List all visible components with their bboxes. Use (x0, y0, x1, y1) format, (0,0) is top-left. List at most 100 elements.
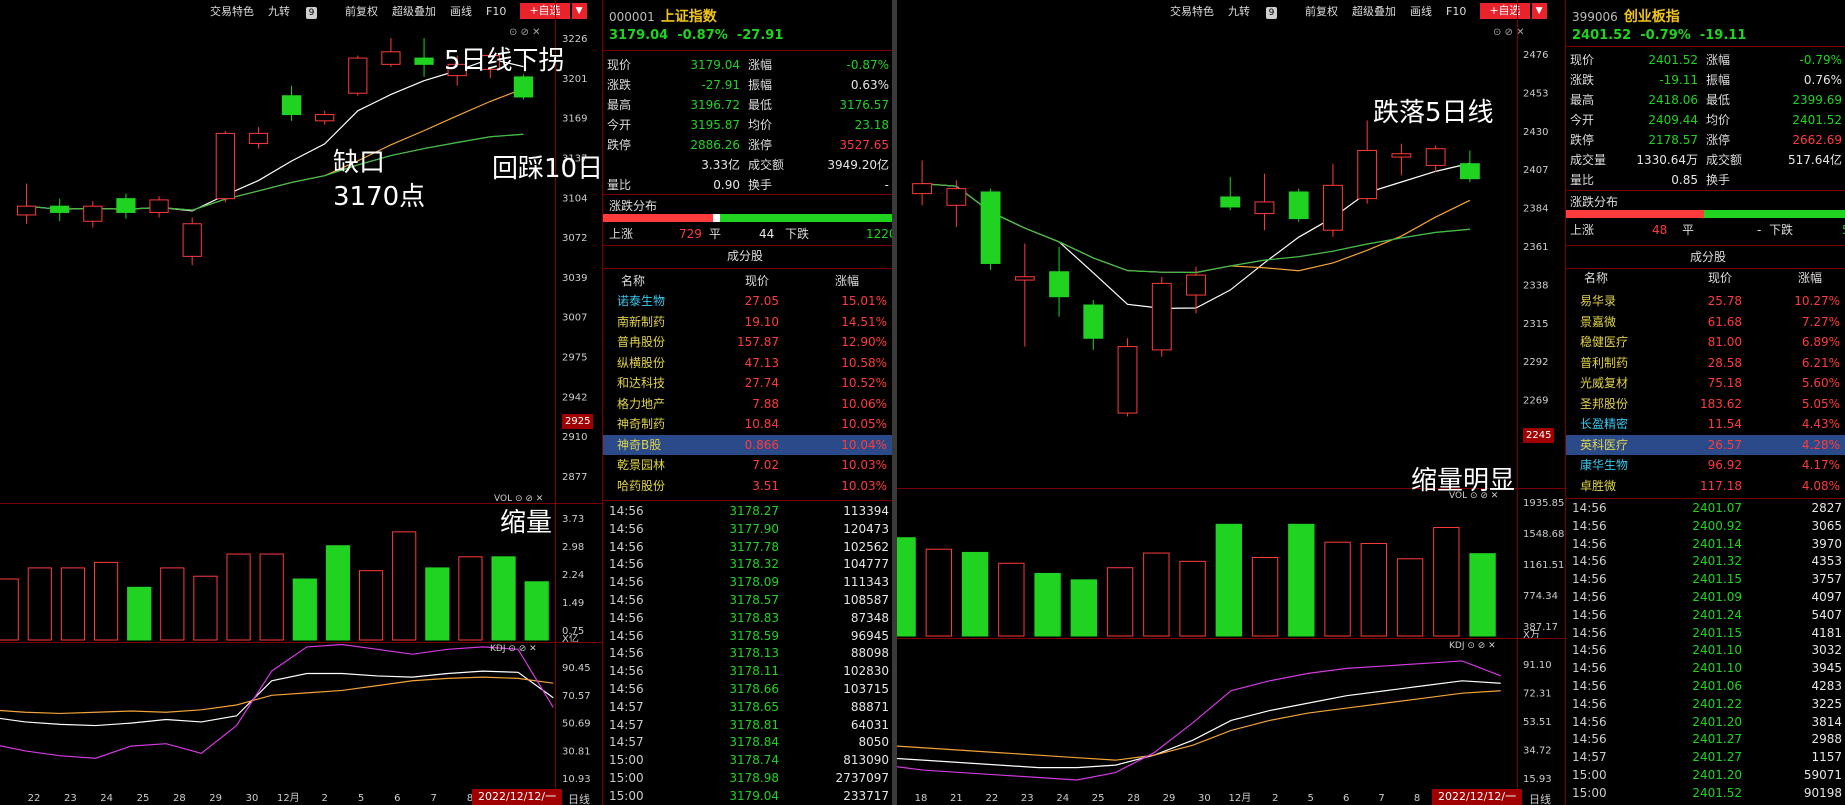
component-price: 10.84 (744, 417, 779, 431)
quote-value: 3179.04 (690, 58, 740, 72)
component-row[interactable]: 易华录 25.78 10.27% (1566, 291, 1845, 311)
candle-body (116, 198, 136, 213)
screen-divider (892, 0, 897, 805)
component-row[interactable]: 纵横股份 47.13 10.58% (603, 353, 893, 373)
component-row[interactable]: 稳健医疗 81.00 6.89% (1566, 332, 1845, 352)
index-code: 000001 (609, 10, 655, 24)
component-pct: 15.01% (841, 294, 887, 308)
component-row[interactable]: 格力地产 7.88 10.06% (603, 394, 893, 414)
component-row[interactable]: 哈药股份 3.51 10.03% (603, 476, 893, 496)
component-row[interactable]: 景嘉微 61.68 7.27% (1566, 312, 1845, 332)
volume-bar (1143, 552, 1170, 637)
component-name[interactable]: 稳健医疗 (1580, 332, 1628, 352)
price-tick-label: 3007 (562, 313, 587, 324)
candle-body (215, 132, 235, 200)
component-name[interactable]: 普冉股份 (617, 332, 665, 352)
moving-average-line (26, 133, 524, 211)
component-row[interactable]: 诺泰生物 27.05 15.01% (603, 291, 893, 311)
tick-time: 14:56 (609, 521, 644, 536)
distribution-bar (603, 214, 893, 222)
quote-row: 跌停 2886.26 涨停 3527.65 (607, 135, 889, 155)
price-tick-label: 2877 (562, 472, 587, 483)
component-pct: 10.05% (841, 417, 887, 431)
tick-price: 2401.22 (1692, 696, 1742, 711)
candle-body (1254, 201, 1275, 215)
price-tick-label: 2292 (1523, 357, 1548, 368)
component-name[interactable]: 长盈精密 (1580, 414, 1628, 434)
component-name[interactable]: 卓胜微 (1580, 476, 1616, 496)
date-box: 2022/12/12/一 (1432, 789, 1523, 805)
tick-volume: 4181 (1811, 625, 1842, 640)
kdj-tick-label: 30.81 (562, 746, 591, 757)
component-name[interactable]: 神奇B股 (617, 435, 661, 455)
component-row[interactable]: 康华生物 96.92 4.17% (1566, 455, 1845, 475)
tick-row: 14:57 3178.81 64031 (603, 716, 893, 735)
component-price: 28.58 (1707, 355, 1742, 370)
component-name[interactable]: 光威复材 (1580, 373, 1628, 393)
component-row[interactable]: 普利制药 28.58 6.21% (1566, 353, 1845, 373)
component-price: 0.866 (744, 437, 779, 452)
tick-time: 14:56 (609, 628, 644, 643)
tick-time: 14:56 (609, 610, 644, 625)
component-name[interactable]: 英科医疗 (1580, 435, 1628, 455)
component-row[interactable]: 和达科技 27.74 10.52% (603, 373, 893, 393)
component-price: 26.57 (1707, 437, 1742, 452)
tick-row: 14:56 2401.32 4353 (1566, 552, 1845, 571)
timeframe-label[interactable]: 日线 (1529, 791, 1551, 805)
component-name[interactable]: 易华录 (1580, 291, 1616, 311)
kdj-tick-label: 34.72 (1523, 746, 1552, 757)
tick-row: 14:56 2401.14 3970 (1566, 535, 1845, 554)
timeframe-label[interactable]: 日线 (568, 791, 590, 805)
component-row[interactable]: 卓胜微 117.18 4.08% (1566, 476, 1845, 496)
component-row[interactable]: 神奇制药 10.84 10.05% (603, 414, 893, 434)
component-name[interactable]: 哈药股份 (617, 476, 665, 496)
date-box: 2022/12/12/一 (472, 789, 563, 805)
component-row[interactable]: 南新制药 19.10 14.51% (603, 312, 893, 332)
tick-time: 14:56 (609, 575, 644, 590)
component-name[interactable]: 景嘉微 (1580, 312, 1616, 332)
component-name[interactable]: 诺泰生物 (617, 291, 665, 311)
annotation-volume-shrink: 缩量明显 (1411, 466, 1516, 496)
volume-bar (1034, 572, 1061, 637)
tick-price: 3179.04 (729, 788, 779, 803)
tick-time: 15:00 (1572, 768, 1607, 782)
component-row[interactable]: 普冉股份 157.87 12.90% (603, 332, 893, 352)
component-row[interactable]: 圣邦股份 183.62 5.05% (1566, 394, 1845, 414)
kdj-tick-label: 53.51 (1523, 717, 1552, 728)
tick-row: 14:56 2401.10 3032 (1566, 641, 1845, 660)
tick-row: 15:00 3178.74 813090 (603, 751, 893, 770)
component-row[interactable]: 光威复材 75.18 5.60% (1566, 373, 1845, 393)
component-name[interactable]: 乾景园林 (617, 455, 665, 475)
tick-row: 14:56 3177.78 102562 (603, 538, 893, 557)
candle-body (248, 132, 269, 144)
left-candlestick-chart: 3226320131693137310430723039300729752942… (0, 34, 591, 804)
component-name[interactable]: 神奇制药 (617, 414, 665, 434)
tick-row: 14:56 3178.09 111343 (603, 573, 893, 592)
component-price: 3.51 (752, 478, 779, 493)
component-name[interactable]: 格力地产 (617, 394, 665, 414)
component-row[interactable]: 长盈精密 11.54 4.43% (1566, 414, 1845, 434)
volume-bar (325, 545, 351, 641)
tick-row: 15:00 2401.20 59071 (1566, 766, 1845, 785)
component-name[interactable]: 普利制药 (1580, 353, 1628, 373)
component-name[interactable]: 康华生物 (1580, 455, 1628, 475)
tick-time: 14:56 (1572, 501, 1607, 515)
tick-time: 14:56 (1572, 518, 1607, 533)
tick-row: 14:56 2400.92 3065 (1566, 517, 1845, 536)
component-name[interactable]: 纵横股份 (617, 353, 665, 373)
component-row[interactable]: 神奇B股 0.866 10.04% (603, 434, 893, 455)
tick-row: 15:00 3179.04 233717 (603, 787, 893, 805)
component-name[interactable]: 和达科技 (617, 373, 665, 393)
quote-row: 涨跌 -27.91 振幅 0.63% (607, 75, 889, 95)
tick-time: 15:00 (609, 788, 644, 803)
candle-body (1323, 184, 1343, 231)
date-tick-label: 12月 (277, 792, 300, 804)
component-row[interactable]: 乾景园林 7.02 10.03% (603, 455, 893, 475)
kdj-line (897, 680, 1501, 769)
component-name[interactable]: 南新制药 (617, 312, 665, 332)
tick-time: 14:56 (609, 682, 644, 696)
component-name[interactable]: 圣邦股份 (1580, 394, 1628, 414)
volume-bar (60, 567, 86, 641)
component-row[interactable]: 英科医疗 26.57 4.28% (1566, 434, 1845, 455)
candle-body (1391, 153, 1412, 158)
